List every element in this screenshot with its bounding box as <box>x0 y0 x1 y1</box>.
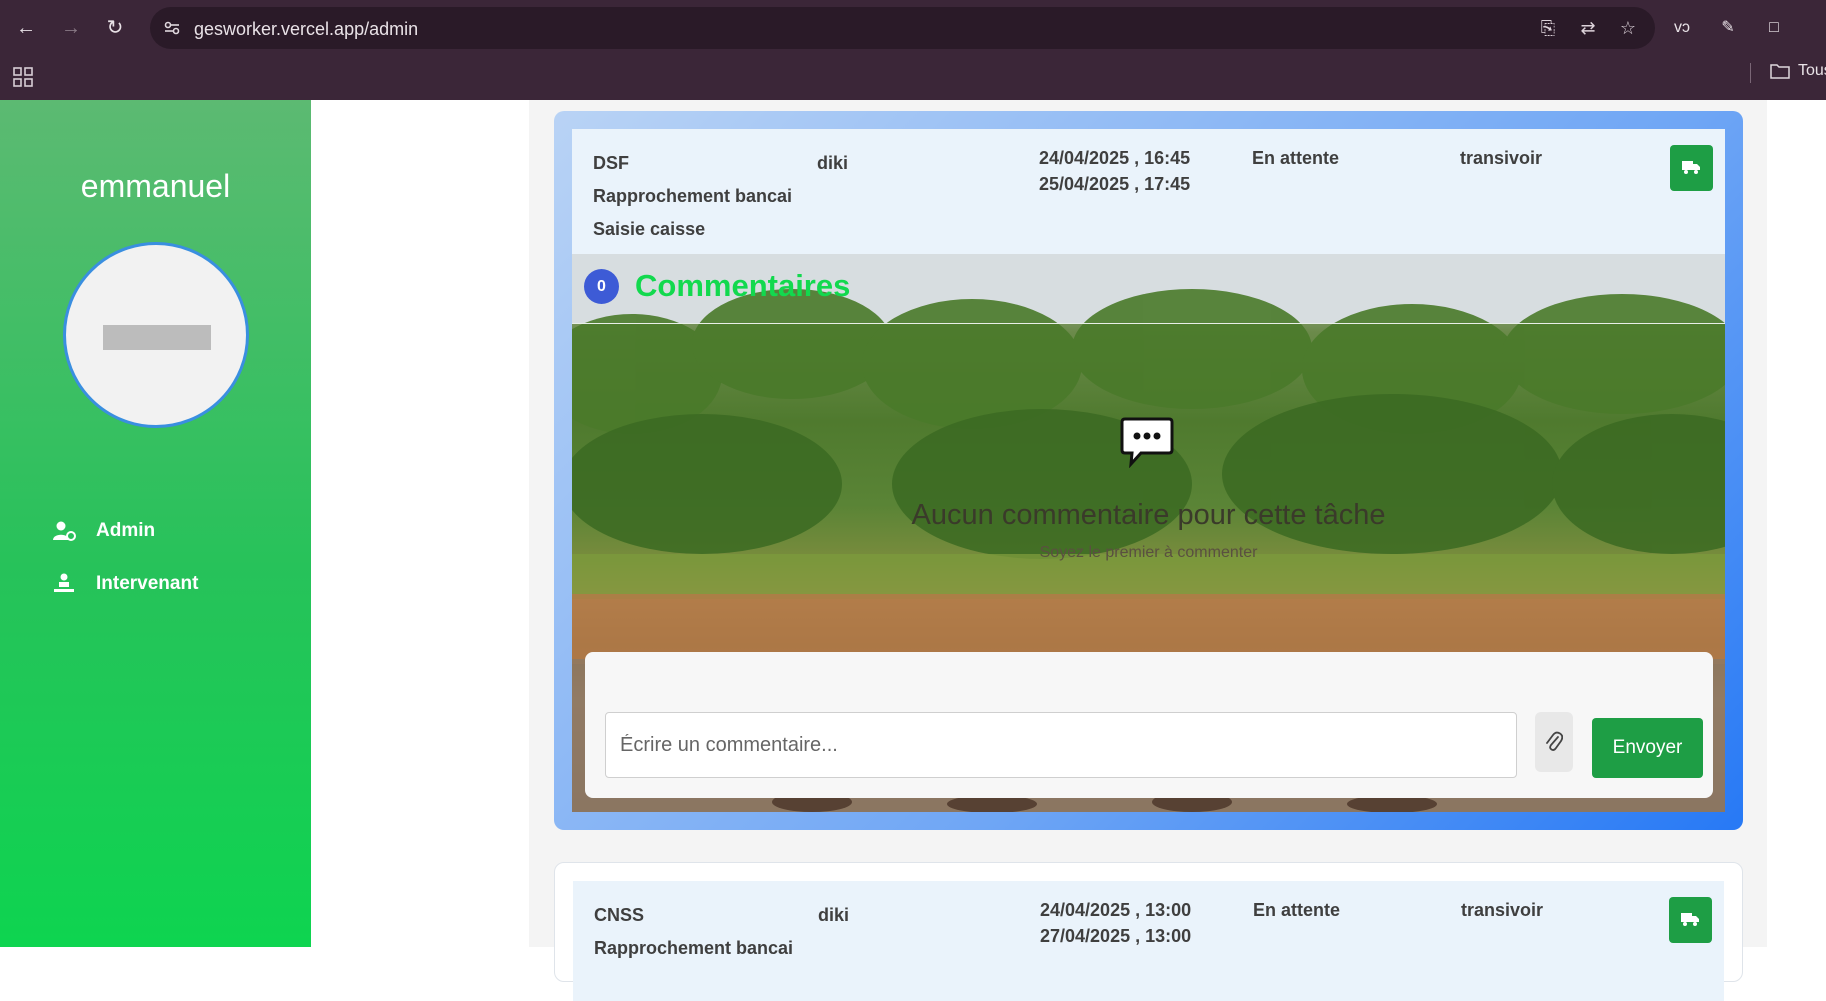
bookmark-star-icon[interactable]: ☆ <box>1617 17 1639 39</box>
task-owner: transivoir <box>1460 148 1543 168</box>
empty-comments-text: Aucun commentaire pour cette tâche <box>911 499 1386 531</box>
task-action-button[interactable] <box>1670 145 1713 191</box>
extension-vd-icon[interactable]: vↄ <box>1670 16 1694 40</box>
task-card: CNSS Rapprochement bancaire diki 24/04/2… <box>554 862 1743 1001</box>
task-status: En attente <box>1253 900 1341 920</box>
comment-composer: Envoyer <box>585 652 1713 798</box>
browser-chrome: ← → ↻ gesworker.vercel.app/admin ⎘ ⇄ ☆ v… <box>0 0 1826 100</box>
sidebar-item-admin[interactable]: Admin <box>52 520 155 542</box>
truck-icon <box>1681 913 1699 926</box>
task-category: CNSS <box>594 905 645 925</box>
task-category: Rapprochement bancaire <box>593 186 793 206</box>
task-action-button[interactable] <box>1669 897 1712 943</box>
address-bar[interactable]: gesworker.vercel.app/admin ⎘ ⇄ ☆ <box>150 7 1655 49</box>
bookmarks-bar <box>0 58 1826 100</box>
install-app-icon[interactable]: ⎘ <box>1537 17 1559 39</box>
apps-grid-icon[interactable] <box>12 66 34 88</box>
user-name: emmanuel <box>80 168 231 204</box>
task-card: DSF Rapprochement bancaire Saisie caisse… <box>554 111 1743 830</box>
reload-icon[interactable]: ↻ <box>101 14 129 42</box>
comments-divider <box>572 323 1725 324</box>
paperclip-icon <box>1546 731 1563 751</box>
sidebar-item-intervenant[interactable]: Intervenant <box>52 573 198 595</box>
folder-icon <box>1770 64 1790 79</box>
task-categories: CNSS Rapprochement bancaire <box>594 899 794 965</box>
send-button[interactable]: Envoyer <box>1592 718 1703 778</box>
task-category: Saisie caisse <box>593 219 706 239</box>
extensions-puzzle-icon[interactable]: □ <box>1762 16 1786 40</box>
truck-icon <box>1682 161 1700 174</box>
task-header[interactable]: DSF Rapprochement bancaire Saisie caisse… <box>572 129 1725 254</box>
task-category: DSF <box>593 153 629 173</box>
site-settings-icon[interactable] <box>162 18 182 38</box>
task-dates: 24/04/2025 , 16:45 25/04/2025 , 17:45 <box>1039 145 1190 197</box>
sidebar: emmanuel Admin Intervenant <box>0 100 311 947</box>
task-end-date: 25/04/2025 , 17:45 <box>1039 174 1191 194</box>
avatar-redaction <box>103 325 211 350</box>
empty-comments-subtext: Soyez le premier à commenter <box>1039 544 1258 561</box>
task-owner: transivoir <box>1461 900 1544 920</box>
eyedropper-icon[interactable]: ✎ <box>1716 16 1740 40</box>
bookmark-folder[interactable]: Tous <box>1770 62 1826 80</box>
avatar <box>63 242 249 428</box>
bookmark-folder-label[interactable]: Tous <box>1798 62 1826 80</box>
task-start-date: 24/04/2025 , 13:00 <box>1040 900 1192 920</box>
browser-toolbar: ← → ↻ gesworker.vercel.app/admin ⎘ ⇄ ☆ v… <box>0 0 1826 58</box>
translate-icon[interactable]: ⇄ <box>1577 17 1599 39</box>
comment-count-badge: 0 <box>584 268 619 304</box>
comment-input[interactable] <box>605 712 1517 778</box>
forward-icon[interactable]: → <box>57 14 85 42</box>
sidebar-item-label[interactable]: Admin <box>96 520 155 542</box>
worker-icon <box>54 573 74 592</box>
task-status: En attente <box>1252 148 1340 168</box>
task-category: Rapprochement bancaire <box>594 938 794 958</box>
url-text[interactable]: gesworker.vercel.app/admin <box>194 19 418 40</box>
bookmark-separator <box>1750 63 1751 83</box>
user-settings-icon <box>53 521 76 541</box>
comments-section: 0 Commentaires Aucun commentaire pour ce… <box>572 254 1725 812</box>
comments-header: 0 Commentaires <box>584 268 850 304</box>
task-end-date: 27/04/2025 , 13:00 <box>1040 926 1192 946</box>
task-assignee: diki <box>817 153 849 173</box>
sidebar-item-label[interactable]: Intervenant <box>96 573 198 595</box>
attach-button[interactable] <box>1535 712 1573 772</box>
chat-bubble-icon <box>1120 417 1174 468</box>
task-header[interactable]: CNSS Rapprochement bancaire diki 24/04/2… <box>573 881 1724 1001</box>
task-start-date: 24/04/2025 , 16:45 <box>1039 148 1191 168</box>
task-assignee: diki <box>818 905 850 925</box>
comments-title: Commentaires <box>635 268 851 303</box>
task-categories: DSF Rapprochement bancaire Saisie caisse <box>593 147 793 246</box>
task-dates: 24/04/2025 , 13:00 27/04/2025 , 13:00 <box>1040 897 1191 949</box>
back-icon[interactable]: ← <box>12 14 40 42</box>
